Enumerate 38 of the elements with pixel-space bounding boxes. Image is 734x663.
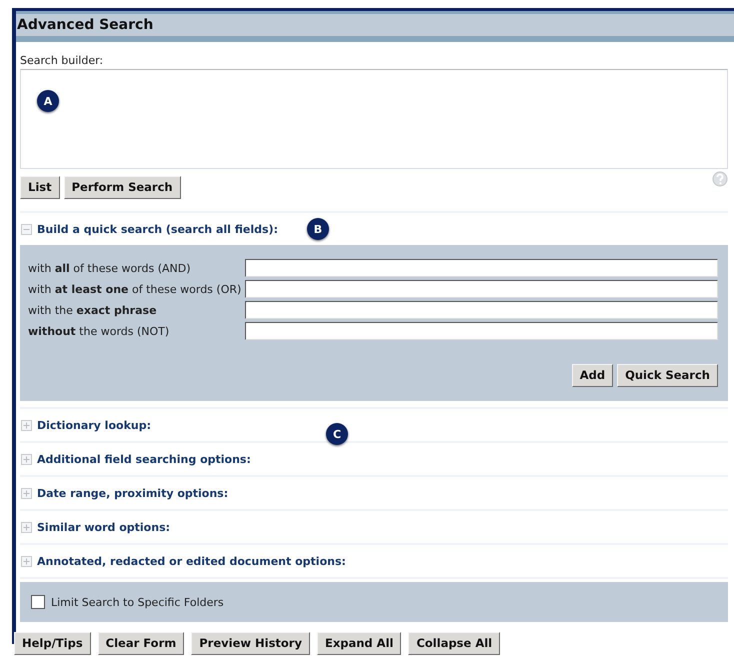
- section-header-link[interactable]: Date range, proximity options:: [37, 486, 228, 500]
- callout-marker: A: [37, 90, 59, 112]
- expand-icon[interactable]: [21, 488, 32, 498]
- expand-icon[interactable]: [21, 522, 32, 532]
- panel-button[interactable]: Quick Search: [617, 364, 718, 387]
- callout-marker: C: [326, 423, 348, 445]
- footer-button[interactable]: Clear Form: [98, 632, 184, 655]
- section-header-link[interactable]: Build a quick search (search all fields):: [37, 222, 278, 236]
- section-header-link[interactable]: Dictionary lookup:: [37, 418, 151, 432]
- collapse-icon[interactable]: [21, 224, 32, 234]
- checkbox[interactable]: [31, 595, 45, 609]
- input-field[interactable]: [245, 322, 718, 340]
- builder-button[interactable]: List: [20, 176, 60, 199]
- footer-button[interactable]: Preview History: [191, 632, 310, 655]
- field-label: with all of these words (AND): [28, 262, 192, 274]
- section-header-link[interactable]: Annotated, redacted or edited document options:: [37, 554, 346, 568]
- callout-marker: B: [306, 218, 329, 240]
- footer-button[interactable]: Expand All: [316, 632, 402, 655]
- checkbox-label: Limit Search to Specific Folders: [51, 596, 224, 608]
- help-icon[interactable]: [712, 171, 728, 187]
- expand-icon[interactable]: [21, 420, 32, 430]
- footer-button[interactable]: Help/Tips: [14, 632, 91, 655]
- field-label: without the words (NOT): [28, 324, 170, 338]
- field-label: with at least one of these words (OR): [28, 282, 242, 296]
- footer-button[interactable]: Collapse All: [408, 632, 500, 655]
- input-field[interactable]: [245, 259, 718, 277]
- window-title: Advanced Search: [17, 17, 154, 33]
- input-field[interactable]: [245, 280, 718, 298]
- search-builder-label: Search builder:: [20, 54, 104, 67]
- panel-button[interactable]: Add: [572, 364, 614, 387]
- input-field[interactable]: [245, 301, 718, 319]
- builder-button[interactable]: Perform Search: [64, 176, 181, 199]
- section-header-link[interactable]: Similar word options:: [37, 520, 170, 534]
- expand-icon[interactable]: [21, 454, 32, 464]
- search-builder-box[interactable]: A: [20, 69, 728, 169]
- field-label: with the exact phrase: [28, 304, 158, 316]
- expand-icon[interactable]: [21, 556, 32, 566]
- section-header-link[interactable]: Additional field searching options:: [37, 452, 251, 466]
